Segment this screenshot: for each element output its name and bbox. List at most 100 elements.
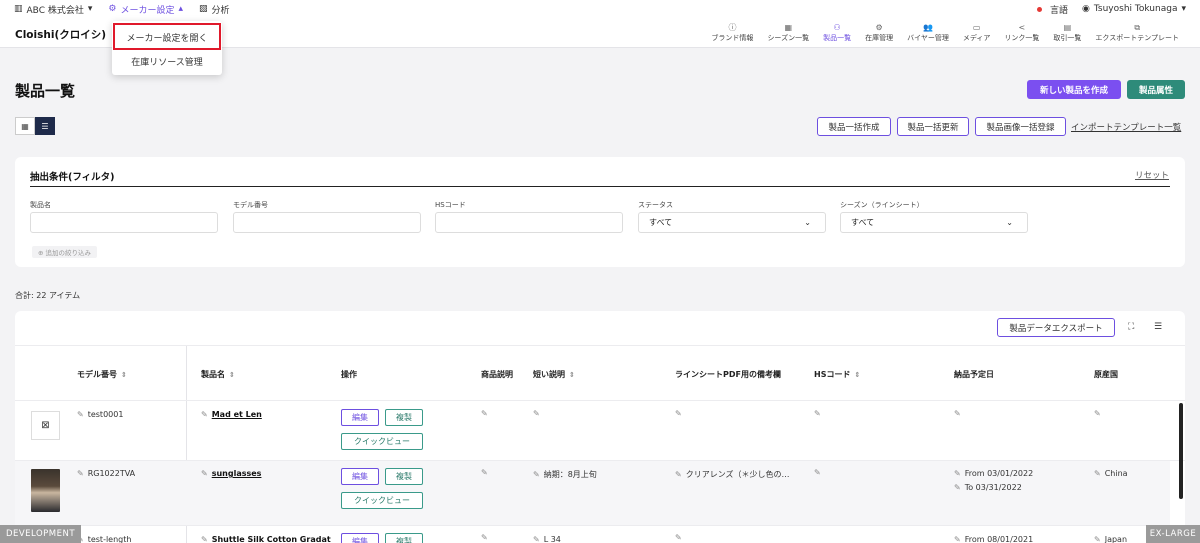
- company-switcher[interactable]: ▥ ABC 株式会社 ▾: [14, 3, 92, 16]
- col-description: 商品説明: [481, 370, 513, 379]
- user-menu[interactable]: ◉ Tsuyoshi Tokunaga ▾: [1082, 4, 1186, 14]
- edit-icon[interactable]: ✎: [201, 410, 208, 419]
- col-label: 製品名: [201, 370, 225, 379]
- edit-icon[interactable]: ✎: [201, 469, 208, 478]
- nav-brand-info[interactable]: ⓘ ブランド情報: [704, 22, 760, 43]
- edit-button[interactable]: 編集: [341, 409, 379, 426]
- col-model-number[interactable]: モデル番号 ⇕: [77, 369, 127, 380]
- import-templates-link[interactable]: インポートテンプレート一覧: [1071, 121, 1181, 133]
- col-hs-code[interactable]: HSコード ⇕: [814, 369, 860, 380]
- model-number-input[interactable]: [233, 212, 421, 233]
- edit-icon[interactable]: ✎: [954, 469, 961, 478]
- maker-settings-menu[interactable]: ⚙ メーカー設定 ▴: [108, 3, 183, 16]
- origin-country-cell: ✎ China: [1094, 469, 1128, 478]
- sort-icon[interactable]: ⇕: [569, 371, 575, 379]
- season-select[interactable]: すべて ⌄: [840, 212, 1028, 233]
- hs-code-input[interactable]: [435, 212, 623, 233]
- edit-icon[interactable]: ✎: [675, 533, 682, 542]
- more-filters-button[interactable]: ⊕ 追加の絞り込み: [32, 246, 98, 258]
- fullscreen-icon[interactable]: ⛶: [1128, 322, 1134, 332]
- status-select[interactable]: すべて ⌄: [638, 212, 826, 233]
- col-label: モデル番号: [77, 370, 117, 379]
- col-short-description[interactable]: 短い説明 ⇕: [533, 369, 575, 380]
- edit-button[interactable]: 編集: [341, 468, 379, 485]
- nav-products[interactable]: ⚇ 製品一覧: [816, 22, 858, 43]
- edit-icon[interactable]: ✎: [77, 469, 84, 478]
- column-list-icon[interactable]: ☰: [1154, 322, 1162, 332]
- col-product-name[interactable]: 製品名 ⇕: [201, 369, 235, 380]
- nav-label: 製品一覧: [823, 34, 852, 42]
- edit-icon[interactable]: ✎: [954, 483, 961, 492]
- export-data-button[interactable]: 製品データエクスポート: [997, 318, 1115, 337]
- hs-code-label: HSコード: [435, 201, 466, 209]
- inventory-icon: ⚙: [875, 23, 883, 32]
- sort-icon[interactable]: ⇕: [121, 371, 127, 379]
- edit-icon[interactable]: ✎: [481, 468, 488, 477]
- edit-icon[interactable]: ✎: [1094, 409, 1101, 418]
- edit-icon[interactable]: ✎: [954, 535, 961, 543]
- nav-label: バイヤー管理: [907, 34, 949, 42]
- product-thumbnail[interactable]: [31, 469, 60, 512]
- product-attributes-button[interactable]: 製品属性: [1127, 80, 1185, 99]
- development-badge: DEVELOPMENT: [0, 525, 81, 543]
- product-name-input[interactable]: [30, 212, 218, 233]
- origin-country-value: China: [1104, 469, 1128, 478]
- menu-inventory-resources[interactable]: 在庫リソース管理: [112, 55, 222, 68]
- edit-icon[interactable]: ✎: [814, 409, 821, 418]
- copy-button[interactable]: 複製: [385, 533, 423, 543]
- season-value: すべて: [851, 218, 875, 227]
- status-label: ステータス: [638, 201, 673, 209]
- edit-icon[interactable]: ✎: [814, 468, 821, 477]
- col-actions: 操作: [341, 370, 357, 379]
- more-filters-label: 追加の絞り込み: [45, 249, 92, 257]
- bulk-create-button[interactable]: 製品一括作成: [817, 117, 891, 136]
- edit-icon[interactable]: ✎: [675, 470, 682, 479]
- col-linesheet-note: ラインシートPDF用の備考欄: [675, 370, 781, 379]
- edit-icon[interactable]: ✎: [77, 410, 84, 419]
- chart-icon: ▧: [199, 4, 208, 14]
- nav-export-templates[interactable]: ⧉ エクスポートテンプレート: [1088, 22, 1186, 43]
- sort-icon[interactable]: ⇕: [229, 371, 235, 379]
- edit-icon[interactable]: ✎: [533, 470, 540, 479]
- language-menu[interactable]: 言語: [1037, 3, 1068, 16]
- edit-icon[interactable]: ✎: [1094, 535, 1101, 543]
- bulk-image-button[interactable]: 製品画像一括登録: [975, 117, 1066, 136]
- edit-icon[interactable]: ✎: [533, 409, 540, 418]
- list-view-icon[interactable]: ☰: [35, 117, 55, 135]
- copy-button[interactable]: 複製: [385, 409, 423, 426]
- edit-icon[interactable]: ✎: [481, 533, 488, 542]
- nav-seasons[interactable]: ▦ シーズン一覧: [760, 22, 816, 43]
- product-name-link[interactable]: Shuttle Silk Cotton Gradat: [212, 535, 331, 543]
- brand-name[interactable]: Cloishi(クロイシ): [15, 27, 106, 42]
- analytics-menu[interactable]: ▧ 分析: [199, 3, 230, 16]
- nav-buyers[interactable]: 👥 バイヤー管理: [900, 22, 956, 43]
- nav-transactions[interactable]: ▤ 取引一覧: [1046, 22, 1088, 43]
- model-value: test0001: [87, 410, 124, 419]
- nav-media[interactable]: ▭ メディア: [956, 22, 998, 43]
- quick-view-button[interactable]: クイックビュー: [341, 492, 423, 509]
- edit-icon[interactable]: ✎: [201, 535, 208, 543]
- edit-icon[interactable]: ✎: [481, 409, 488, 418]
- edit-icon[interactable]: ✎: [1094, 469, 1101, 478]
- vertical-scrollbar[interactable]: [1179, 403, 1183, 499]
- bulk-update-button[interactable]: 製品一括更新: [897, 117, 969, 136]
- sort-icon[interactable]: ⇕: [854, 371, 860, 379]
- new-product-button[interactable]: 新しい製品を作成: [1027, 80, 1121, 99]
- caret-down-icon: ▾: [87, 4, 93, 14]
- quick-view-button[interactable]: クイックビュー: [341, 433, 423, 450]
- product-name-link[interactable]: Mad et Len: [212, 410, 262, 419]
- edit-icon[interactable]: ✎: [675, 409, 682, 418]
- reset-link[interactable]: リセット: [1135, 169, 1169, 181]
- grid-view-icon[interactable]: ▦: [15, 117, 35, 135]
- edit-button[interactable]: 編集: [341, 533, 379, 543]
- edit-icon[interactable]: ✎: [533, 535, 540, 543]
- season-label: シーズン（ラインシート）: [840, 201, 924, 209]
- edit-icon[interactable]: ✎: [954, 409, 961, 418]
- copy-button[interactable]: 複製: [385, 468, 423, 485]
- view-toggle: ▦ ☰: [15, 117, 55, 135]
- product-name-link[interactable]: sunglasses: [212, 469, 262, 478]
- short-description-cell: ✎ L 34: [533, 535, 561, 543]
- nav-links[interactable]: < リンク一覧: [997, 22, 1046, 43]
- table-row-model: ✎ RG1022TVA: [77, 469, 135, 478]
- nav-inventory[interactable]: ⚙ 在庫管理: [858, 22, 900, 43]
